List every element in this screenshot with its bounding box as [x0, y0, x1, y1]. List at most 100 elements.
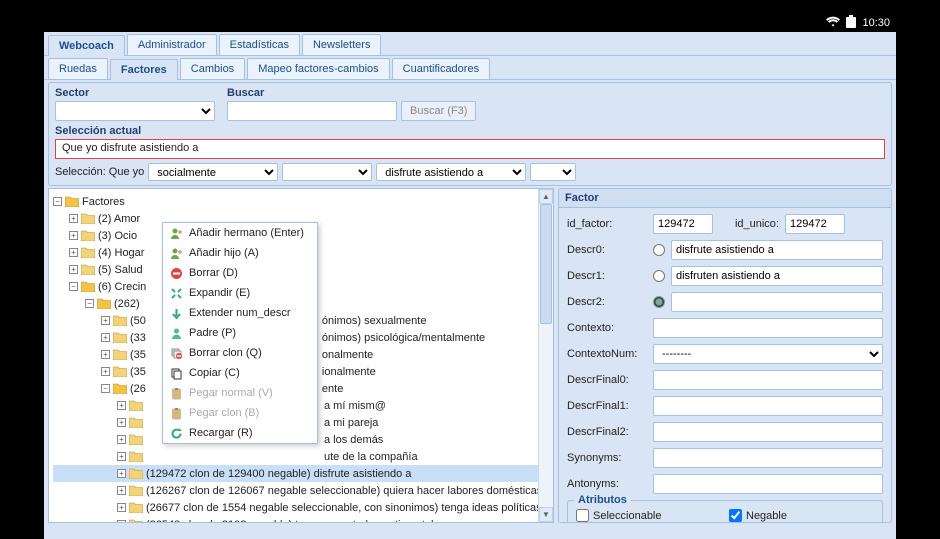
delete-clone-icon	[169, 346, 183, 360]
tree-toggle-icon[interactable]	[69, 282, 78, 291]
menu-item-label: Añadir hijo (A)	[189, 247, 259, 259]
seleccion-sel2[interactable]	[282, 163, 372, 181]
seleccion-prefix: Selección: Que yo	[55, 166, 144, 178]
tab-webcoach[interactable]: Webcoach	[48, 35, 125, 56]
tab-mapeo[interactable]: Mapeo factores-cambios	[247, 58, 389, 79]
tab-cambios[interactable]: Cambios	[180, 58, 245, 79]
tree-toggle-icon[interactable]	[101, 333, 110, 342]
folder-icon	[129, 485, 143, 496]
folder-icon	[81, 230, 95, 241]
menu-item-label: Expandir (E)	[189, 287, 250, 299]
descrfinal0-input[interactable]	[653, 370, 883, 390]
tabs-sub: Ruedas Factores Cambios Mapeo factores-c…	[44, 56, 896, 80]
menu-item[interactable]: Añadir hijo (A)	[163, 243, 317, 263]
seleccionable-input[interactable]	[576, 509, 589, 522]
menu-item: Pegar normal (V)	[163, 383, 317, 403]
scroll-down-icon[interactable]: ▼	[539, 507, 553, 522]
tab-estadisticas[interactable]: Estadísticas	[219, 34, 300, 55]
tree-row[interactable]: (126267 clon de 126067 negable seleccion…	[53, 482, 553, 499]
tab-cuantificadores[interactable]: Cuantificadores	[392, 58, 490, 79]
tab-ruedas[interactable]: Ruedas	[48, 58, 108, 79]
paste-icon	[169, 386, 183, 400]
tree-label-tail: a los demás	[324, 434, 383, 446]
descr1-radio[interactable]	[653, 270, 665, 282]
sector-select[interactable]	[55, 101, 215, 121]
tree-toggle-icon[interactable]	[69, 231, 78, 240]
atributos-legend: Atributos	[574, 494, 631, 506]
synonyms-input[interactable]	[653, 448, 883, 468]
menu-item[interactable]: Extender num_descr	[163, 303, 317, 323]
id-unico-input[interactable]	[785, 214, 845, 234]
tree-toggle-icon[interactable]	[101, 384, 110, 393]
seleccion-actual-box: Que yo disfrute asistiendo a	[55, 139, 885, 159]
tree-toggle-icon[interactable]	[117, 401, 126, 410]
tree-row[interactable]: ute de la compañía	[53, 448, 553, 465]
scroll-up-icon[interactable]: ▲	[539, 189, 553, 204]
tree-row[interactable]: (26677 clon de 1554 negable seleccionabl…	[53, 499, 553, 516]
buscar-button[interactable]: Buscar (F3)	[401, 101, 476, 121]
descr2-input[interactable]	[671, 292, 883, 312]
tree-toggle-icon[interactable]	[101, 350, 110, 359]
menu-item-label: Recargar (R)	[189, 427, 253, 439]
seleccion-line: Selección: Que yo socialmente disfrute a…	[55, 163, 885, 181]
tree-toggle-icon[interactable]	[117, 503, 126, 512]
tree-label: Factores	[82, 196, 125, 208]
tree-toggle-icon[interactable]	[117, 469, 126, 478]
contexto-label: Contexto:	[567, 322, 647, 334]
tree-scrollbar[interactable]: ▲ ▼	[538, 189, 553, 522]
menu-item[interactable]: Padre (P)	[163, 323, 317, 343]
tree-label: (26677 clon de 1554 negable seleccionabl…	[146, 502, 542, 514]
factor-panel: Factor id_factor: id_unico: Descr0:	[558, 188, 892, 523]
scroll-thumb[interactable]	[540, 204, 552, 324]
tree-toggle-icon[interactable]	[117, 486, 126, 495]
reload-icon	[169, 426, 183, 440]
tree-toggle-icon[interactable]	[101, 367, 110, 376]
descr0-input[interactable]	[671, 240, 883, 260]
seleccion-sel4[interactable]	[530, 163, 576, 181]
folder-icon	[129, 400, 143, 411]
antonyms-input[interactable]	[653, 474, 883, 494]
tree-toggle-icon[interactable]	[117, 452, 126, 461]
tab-newsletters[interactable]: Newsletters	[302, 34, 381, 55]
tree-toggle-icon[interactable]	[69, 248, 78, 257]
tree-toggle-icon[interactable]	[117, 520, 126, 523]
descr1-input[interactable]	[671, 266, 883, 286]
tree-toggle-icon[interactable]	[53, 197, 62, 206]
user-icon	[169, 326, 183, 340]
tab-administrador[interactable]: Administrador	[127, 34, 217, 55]
tree-row[interactable]: (129472 clon de 129400 negable) disfrute…	[53, 465, 553, 482]
tree-toggle-icon[interactable]	[69, 265, 78, 274]
menu-item[interactable]: Borrar (D)	[163, 263, 317, 283]
contexto-input[interactable]	[653, 318, 883, 338]
descr0-radio[interactable]	[653, 244, 665, 256]
seleccionable-checkbox[interactable]: Seleccionable	[576, 509, 721, 522]
seleccion-sel1[interactable]: socialmente	[148, 163, 278, 181]
tree-toggle-icon[interactable]	[69, 214, 78, 223]
seleccion-sel3[interactable]: disfrute asistiendo a	[376, 163, 526, 181]
negable-checkbox[interactable]: Negable	[729, 509, 874, 522]
descrfinal2-label: DescrFinal2:	[567, 426, 647, 438]
menu-item: Pegar clon (B)	[163, 403, 317, 423]
tree-toggle-icon[interactable]	[117, 435, 126, 444]
id-factor-input[interactable]	[653, 214, 713, 234]
menu-item[interactable]: Recargar (R)	[163, 423, 317, 443]
descrfinal1-input[interactable]	[653, 396, 883, 416]
descr2-radio[interactable]	[653, 296, 665, 308]
menu-item[interactable]: Copiar (C)	[163, 363, 317, 383]
menu-item[interactable]: Borrar clon (Q)	[163, 343, 317, 363]
buscar-input[interactable]	[227, 101, 397, 121]
negable-input[interactable]	[729, 509, 742, 522]
descrfinal2-input[interactable]	[653, 422, 883, 442]
search-panel: Sector Buscar Buscar (F3) Selección actu…	[48, 82, 892, 186]
tree-toggle-icon[interactable]	[85, 299, 94, 308]
tree-row[interactable]: Factores	[53, 193, 553, 210]
menu-item[interactable]: Expandir (E)	[163, 283, 317, 303]
tree-toggle-icon[interactable]	[101, 316, 110, 325]
tree-toggle-icon[interactable]	[117, 418, 126, 427]
menu-item[interactable]: Añadir hermano (Enter)	[163, 223, 317, 243]
contextonum-select[interactable]: --------	[653, 344, 883, 364]
folder-icon	[81, 247, 95, 258]
tab-factores[interactable]: Factores	[110, 59, 178, 80]
tree-label: (5) Salud	[98, 264, 143, 276]
tree-row[interactable]: (26548 clon de 2103 negable) tenga un es…	[53, 516, 553, 523]
